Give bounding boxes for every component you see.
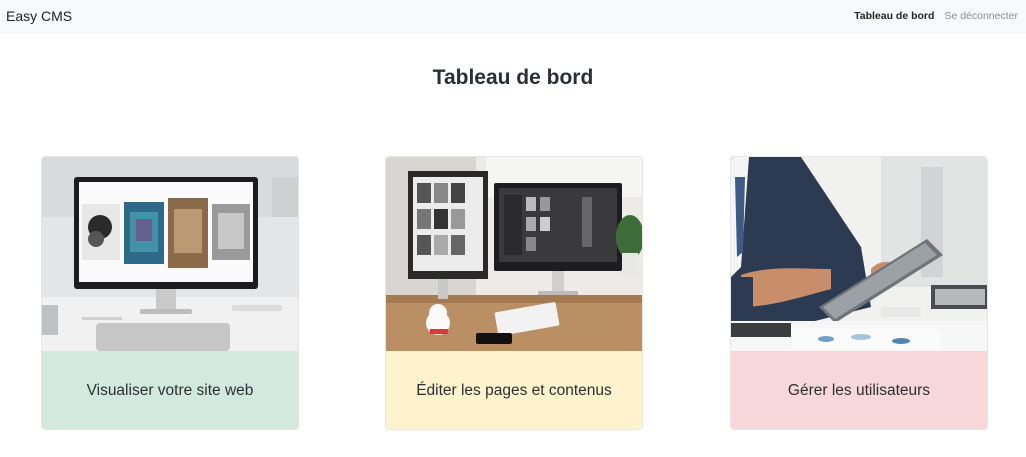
monitor-website-photo <box>42 157 298 351</box>
nav-logout-link[interactable]: Se déconnecter <box>944 10 1018 22</box>
nav-dashboard-link[interactable]: Tableau de bord <box>854 10 934 22</box>
edit-pages-label: Éditer les pages et contenus <box>386 351 642 429</box>
manage-users-label: Gérer les utilisateurs <box>731 351 987 429</box>
page-title: Tableau de bord <box>432 66 594 89</box>
businessman-tablet-photo <box>731 157 987 351</box>
manage-users-card[interactable]: Gérer les utilisateurs <box>730 156 988 430</box>
view-website-card[interactable]: Visualiser votre site web <box>41 156 299 430</box>
desk-monitors-photo <box>386 157 642 351</box>
view-website-label: Visualiser votre site web <box>42 351 298 429</box>
nav-links: Tableau de bord Se déconnecter <box>854 10 1018 22</box>
navbar: Easy CMS Tableau de bord Se déconnecter <box>0 0 1026 34</box>
brand-link[interactable]: Easy CMS <box>6 8 72 24</box>
edit-pages-card[interactable]: Éditer les pages et contenus <box>385 156 643 430</box>
